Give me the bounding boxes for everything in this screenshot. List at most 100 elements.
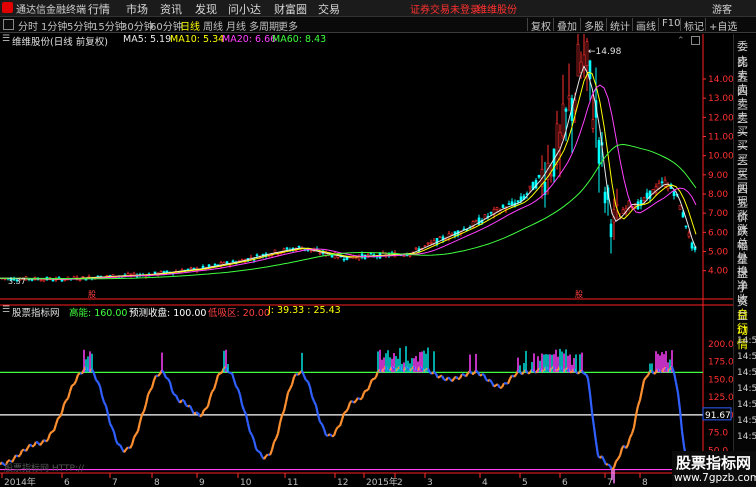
- candle-body: [687, 232, 691, 237]
- period-30min[interactable]: 30分钟: [121, 18, 154, 33]
- oscillator-segment: [680, 430, 686, 447]
- oscillator-segment: [250, 434, 256, 441]
- candle-body: [474, 220, 478, 223]
- oscillator-segment: [527, 371, 531, 375]
- oscillator-segment: [236, 388, 242, 396]
- period-1min[interactable]: 1分钟: [41, 18, 67, 33]
- candle-body: [30, 279, 34, 281]
- candle-body: [591, 119, 595, 129]
- oscillator-segment: [586, 378, 592, 394]
- menu-faxian[interactable]: 发现: [195, 1, 217, 17]
- multi-stock-button[interactable]: 多股: [580, 18, 607, 33]
- oscillator-segment: [136, 421, 142, 432]
- oscillator-segment: [110, 426, 116, 433]
- candle-body: [132, 272, 136, 276]
- menu-jiaoyi[interactable]: 交易: [318, 1, 340, 17]
- oscillator-segment: [217, 372, 221, 376]
- oscillator-segment: [313, 400, 317, 406]
- oscillator-segment: [630, 426, 636, 434]
- candle-body: [231, 260, 235, 263]
- draw-line-button[interactable]: 画线: [632, 18, 659, 33]
- oscillator-segment: [302, 375, 308, 381]
- period-daily[interactable]: 日线: [180, 18, 200, 33]
- oscillator-segment: [525, 369, 529, 375]
- trade-login-warning[interactable]: 证券交易未登录: [410, 1, 480, 16]
- oscillator-segment: [147, 390, 151, 396]
- oscillator-segment: [451, 377, 455, 383]
- candle-body: [276, 253, 280, 256]
- stock-chip[interactable]: 维维股份: [477, 1, 517, 16]
- fuquan-button[interactable]: 复权: [527, 18, 554, 33]
- oscillator-segment: [33, 441, 37, 447]
- candle-body: [564, 108, 568, 112]
- overlay-button[interactable]: 叠加: [553, 18, 580, 33]
- candle-body: [528, 185, 532, 189]
- indicator-tick-label: 175.0: [708, 358, 733, 368]
- oscillator-segment: [46, 433, 52, 441]
- oscillator-segment: [189, 405, 193, 411]
- period-15min[interactable]: 15分钟: [92, 18, 125, 33]
- candle-body: [549, 174, 553, 177]
- period-multi[interactable]: 多周期: [249, 18, 279, 33]
- menu-wenxiaoda[interactable]: 问小达: [228, 1, 261, 17]
- period-5min[interactable]: 5分钟: [67, 18, 93, 33]
- candle-body: [285, 247, 289, 250]
- period-more[interactable]: 更多: [278, 18, 298, 33]
- oscillator-segment: [265, 453, 269, 457]
- oscillator-segment: [441, 375, 445, 381]
- oscillator-segment: [39, 442, 43, 446]
- oscillator-segment: [73, 380, 77, 386]
- oscillator-segment: [244, 414, 250, 424]
- tick-time: 14:55: [737, 384, 756, 394]
- watermark-title: 股票指标网: [676, 454, 752, 472]
- event-marker: 股: [575, 290, 583, 299]
- menu-zixun[interactable]: 资讯: [160, 1, 182, 17]
- current-value: 91.67: [705, 411, 731, 421]
- candle-body: [678, 205, 682, 210]
- oscillator-segment: [278, 415, 284, 424]
- period-monthly[interactable]: 月线: [226, 18, 246, 33]
- layout-icon[interactable]: [3, 19, 14, 30]
- oscillator-segment: [618, 447, 624, 456]
- guest-label[interactable]: 游客: [712, 1, 732, 16]
- oscillator-segment: [252, 440, 258, 449]
- oscillator-segment: [310, 395, 316, 402]
- ma10-line: [0, 71, 697, 280]
- candle-body: [681, 212, 685, 218]
- period-weekly[interactable]: 周线: [203, 18, 223, 33]
- indicator-tick-label: 150.0: [708, 375, 733, 385]
- oscillator-segment: [49, 430, 53, 435]
- chart-area[interactable]: ←14.98 3.37 股 股 14.00 13.00 12.00 11.00 10.00 9.…: [0, 34, 733, 487]
- candle-body: [213, 263, 217, 266]
- candle-body: [165, 270, 169, 273]
- candle-body: [579, 61, 583, 73]
- oscillator-segment: [297, 371, 301, 376]
- oscillator-segment: [346, 402, 352, 410]
- oscillator-segment: [437, 375, 441, 379]
- menu-caifuquan[interactable]: 财富圈: [274, 1, 307, 17]
- oscillator-segment: [506, 378, 512, 385]
- add-watchlist-button[interactable]: +自选: [705, 18, 740, 33]
- mark-button[interactable]: 标记: [680, 18, 707, 33]
- oscillator-segment: [54, 417, 60, 425]
- date-tick-label: 12: [337, 478, 348, 487]
- menu-shichang[interactable]: 市场: [126, 1, 148, 17]
- oscillator-segment: [106, 414, 112, 424]
- period-60min[interactable]: 60分钟: [150, 18, 183, 33]
- oscillator-segment: [135, 430, 139, 435]
- indicator-tick-label: 200.0: [708, 340, 733, 350]
- oscillator-segment: [208, 391, 214, 399]
- oscillator-segment: [368, 379, 374, 386]
- menu-hangqing[interactable]: 行情: [88, 1, 110, 17]
- oscillator-segment: [77, 372, 81, 376]
- period-fenshi[interactable]: 分时: [18, 18, 38, 33]
- indicator-menu-icon[interactable]: ☰: [2, 305, 10, 315]
- candle-body: [201, 265, 205, 268]
- oscillator-segment: [92, 373, 98, 381]
- indicator-footer: 股票指标网 HTTP://: [4, 464, 84, 474]
- stats-button[interactable]: 统计: [606, 18, 633, 33]
- oscillator-segment: [74, 374, 80, 382]
- tick-time: 14:55: [737, 352, 756, 362]
- oscillator-segment: [447, 376, 451, 380]
- tick-time: 14:56: [737, 432, 756, 442]
